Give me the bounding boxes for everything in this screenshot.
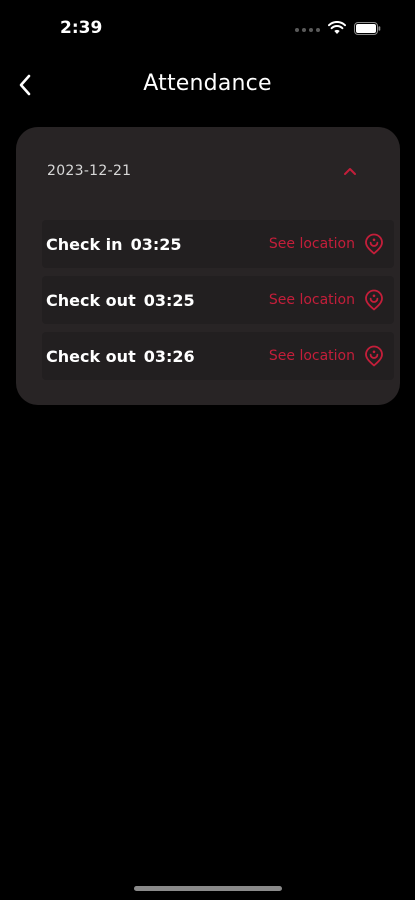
attendance-record-row: Check out 03:26 See location bbox=[42, 332, 394, 380]
record-time: 03:26 bbox=[143, 346, 195, 366]
see-location-label: See location bbox=[268, 348, 355, 364]
see-location-label: See location bbox=[268, 236, 355, 252]
cellular-signal-icon bbox=[295, 27, 320, 32]
record-label: Check out bbox=[46, 290, 136, 310]
attendance-card: 2023-12-21 Check in 03:25 See location C… bbox=[16, 127, 400, 405]
attendance-card-header[interactable]: 2023-12-21 bbox=[16, 127, 400, 215]
status-time: 2:39 bbox=[60, 18, 103, 38]
attendance-record-list: Check in 03:25 See location Check out 03… bbox=[42, 220, 394, 388]
nav-bar: Attendance bbox=[0, 62, 415, 108]
chevron-up-icon[interactable] bbox=[340, 163, 360, 179]
record-label: Check in bbox=[46, 234, 123, 254]
see-location-link[interactable]: See location bbox=[269, 332, 384, 380]
attendance-record-row: Check out 03:25 See location bbox=[42, 276, 394, 324]
see-location-link[interactable]: See location bbox=[269, 276, 384, 324]
page-title: Attendance bbox=[143, 71, 272, 96]
location-pin-icon bbox=[365, 233, 383, 255]
location-pin-icon bbox=[365, 289, 383, 311]
location-pin-icon bbox=[365, 345, 383, 367]
battery-icon bbox=[354, 20, 381, 39]
record-time: 03:25 bbox=[130, 234, 182, 254]
status-bar: 2:39 bbox=[0, 0, 415, 56]
see-location-label: See location bbox=[268, 292, 355, 308]
attendance-record-row: Check in 03:25 See location bbox=[42, 220, 394, 268]
home-indicator bbox=[134, 886, 282, 891]
record-label: Check out bbox=[46, 346, 136, 366]
status-icons bbox=[295, 20, 381, 39]
wifi-icon bbox=[328, 20, 346, 39]
record-time: 03:25 bbox=[143, 290, 195, 310]
see-location-link[interactable]: See location bbox=[269, 220, 384, 268]
attendance-date: 2023-12-21 bbox=[47, 163, 132, 179]
